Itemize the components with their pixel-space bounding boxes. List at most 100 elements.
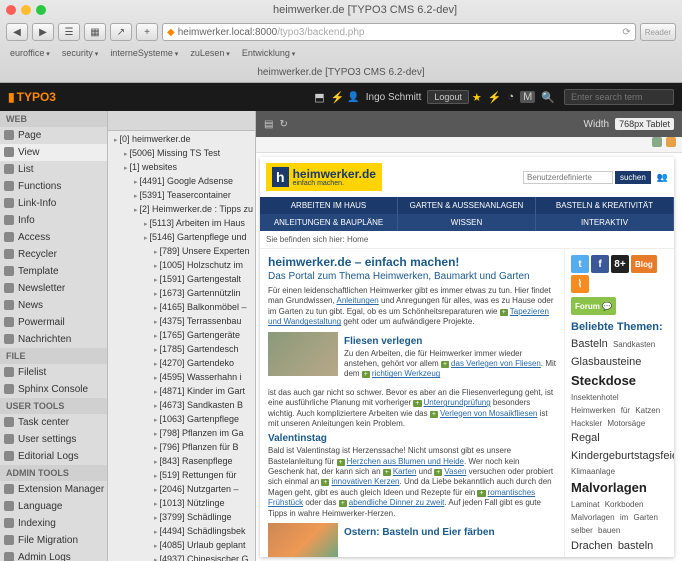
tag[interactable]: Drachen	[571, 540, 613, 552]
tag[interactable]: Steckdose	[571, 373, 636, 388]
cache-icon[interactable]: ⚡	[331, 91, 345, 104]
tree-node[interactable]: [4375] Terrassenbau	[110, 315, 253, 329]
tree-node[interactable]: [3799] Schädlinge	[110, 511, 253, 525]
sidebar-button[interactable]: ☰	[58, 23, 80, 41]
bookmark-item[interactable]: zuLesen	[190, 48, 230, 58]
site-logo[interactable]: h heimwerker.de einfach machen.	[266, 163, 382, 191]
tree-node[interactable]: [4595] Wasserhahn i	[110, 371, 253, 385]
facebook-icon[interactable]: f	[591, 255, 609, 273]
site-search-input[interactable]	[523, 171, 613, 184]
module-item[interactable]: Template	[0, 263, 107, 280]
tool-icon[interactable]	[666, 137, 676, 147]
nav-garten[interactable]: GARTEN & AUSSENANLAGEN	[398, 197, 536, 214]
tag[interactable]: Motorsäge	[607, 419, 645, 428]
user-name[interactable]: Ingo Schmitt	[366, 92, 422, 103]
module-item[interactable]: User settings	[0, 431, 107, 448]
module-item[interactable]: Language	[0, 498, 107, 515]
article-title[interactable]: Ostern: Basteln und Eier färben	[344, 527, 495, 538]
zoom-icon[interactable]	[36, 5, 46, 15]
minimize-icon[interactable]	[21, 5, 31, 15]
tree-node[interactable]: [4491] Google Adsense	[110, 175, 253, 189]
add-button[interactable]: +	[136, 23, 158, 41]
account-icon[interactable]: 👥	[657, 172, 668, 183]
module-item[interactable]: Access	[0, 229, 107, 246]
module-item[interactable]: Extension Manager	[0, 481, 107, 498]
module-item[interactable]: View	[0, 144, 107, 161]
tree-node[interactable]: [789] Unsere Experten	[110, 245, 253, 259]
module-group[interactable]: WEB	[0, 111, 107, 127]
module-item[interactable]: Sphinx Console	[0, 381, 107, 398]
back-button[interactable]: ◀	[6, 23, 28, 41]
tag[interactable]: Klimaanlage	[571, 467, 615, 476]
article-title[interactable]: Fliesen verlegen	[344, 336, 556, 347]
tree-node[interactable]: [1005] Holzschutz im	[110, 259, 253, 273]
search-input[interactable]	[564, 89, 674, 105]
module-group[interactable]: ADMIN TOOLS	[0, 465, 107, 481]
reader-button[interactable]: Reader	[640, 23, 676, 41]
tree-toolbar[interactable]	[108, 111, 255, 131]
tag[interactable]: Regal	[571, 432, 600, 444]
tag[interactable]: Katalog	[623, 556, 650, 557]
tag[interactable]: Malvorlagen	[571, 513, 615, 522]
tree-node[interactable]: [1591] Gartengestalt	[110, 273, 253, 287]
article-thumbnail[interactable]	[268, 523, 338, 557]
window-controls[interactable]	[6, 5, 46, 15]
tree-node[interactable]: [0] heimwerker.de	[110, 133, 253, 147]
help-icon[interactable]: ◔	[507, 91, 514, 103]
tool-icon[interactable]	[652, 137, 662, 147]
site-search-button[interactable]: suchen	[615, 171, 651, 184]
tree-node[interactable]: [1673] Gartennützlin	[110, 287, 253, 301]
forum-link[interactable]: Forum 💬	[571, 297, 616, 315]
tag[interactable]: Glasbausteine	[571, 356, 641, 368]
tag[interactable]: Kindergeburtstagsfeier	[571, 450, 674, 462]
width-select[interactable]: 768px Tablet	[615, 118, 674, 130]
module-item[interactable]: Info	[0, 212, 107, 229]
bolt-icon[interactable]: ⚡	[488, 91, 502, 104]
bookmark-item[interactable]: security	[62, 48, 98, 58]
nav-interaktiv[interactable]: INTERAKTIV	[536, 214, 674, 231]
typo3-logo[interactable]: TYPO3	[8, 90, 56, 104]
tree-node[interactable]: [2046] Nutzgarten –	[110, 483, 253, 497]
module-item[interactable]: Powermail	[0, 314, 107, 331]
forward-button[interactable]: ▶	[32, 23, 54, 41]
module-item[interactable]: Functions	[0, 178, 107, 195]
tree-node[interactable]: [796] Pflanzen für B	[110, 441, 253, 455]
tree-node[interactable]: [5146] Gartenpflege und	[110, 231, 253, 245]
tree-node[interactable]: [2] Heimwerker.de : Tipps zum	[110, 203, 253, 217]
module-item[interactable]: Task center	[0, 414, 107, 431]
tree-node[interactable]: [4494] Schädlingsbek	[110, 525, 253, 539]
tag[interactable]: Malvorlagen	[571, 480, 647, 495]
nav-wissen[interactable]: WISSEN	[398, 214, 536, 231]
tag[interactable]: Garten	[634, 513, 658, 522]
nav-basteln[interactable]: BASTELN & KREATIVITÄT	[536, 197, 674, 214]
tag[interactable]: selber	[571, 526, 593, 535]
twitter-icon[interactable]: t	[571, 255, 589, 273]
tag[interactable]: Heimwerken	[571, 406, 615, 415]
module-item[interactable]: Admin Logs	[0, 549, 107, 561]
star-icon[interactable]: ★	[472, 91, 482, 104]
tree-node[interactable]: [519] Rettungen für	[110, 469, 253, 483]
module-item[interactable]: Editorial Logs	[0, 448, 107, 465]
browser-tab[interactable]: heimwerker.de [TYPO3 CMS 6.2-dev]	[10, 67, 672, 78]
module-item[interactable]: Link-Info	[0, 195, 107, 212]
logout-button[interactable]: Logout	[427, 90, 469, 104]
tree-node[interactable]: [1] websites	[110, 161, 253, 175]
tree-node[interactable]: [5113] Arbeiten im Haus	[110, 217, 253, 231]
module-item[interactable]: Filelist	[0, 364, 107, 381]
url-bar[interactable]: ◆ heimwerker.local:8000/typo3/backend.ph…	[162, 23, 636, 41]
gplus-icon[interactable]: 8+	[611, 255, 629, 273]
refresh-icon[interactable]: ↻	[279, 119, 287, 130]
close-icon[interactable]	[6, 5, 16, 15]
workspace-icon[interactable]: ⬒	[314, 91, 324, 104]
tree-node[interactable]: [1063] Gartenpflege	[110, 413, 253, 427]
tag[interactable]: Sandkasten	[613, 340, 655, 349]
tag[interactable]: für	[621, 406, 630, 415]
bookmark-item[interactable]: Entwicklung	[242, 48, 296, 58]
tag[interactable]: Katzen	[635, 406, 660, 415]
tree-node[interactable]: [5391] Teasercontainer	[110, 189, 253, 203]
module-item[interactable]: Page	[0, 127, 107, 144]
tree-node[interactable]: [4085] Urlaub geplant	[110, 539, 253, 553]
tree-node[interactable]: [1765] Gartengeräte	[110, 329, 253, 343]
tag[interactable]: Laminat	[571, 500, 599, 509]
tree-node[interactable]: [798] Pflanzen im Ga	[110, 427, 253, 441]
